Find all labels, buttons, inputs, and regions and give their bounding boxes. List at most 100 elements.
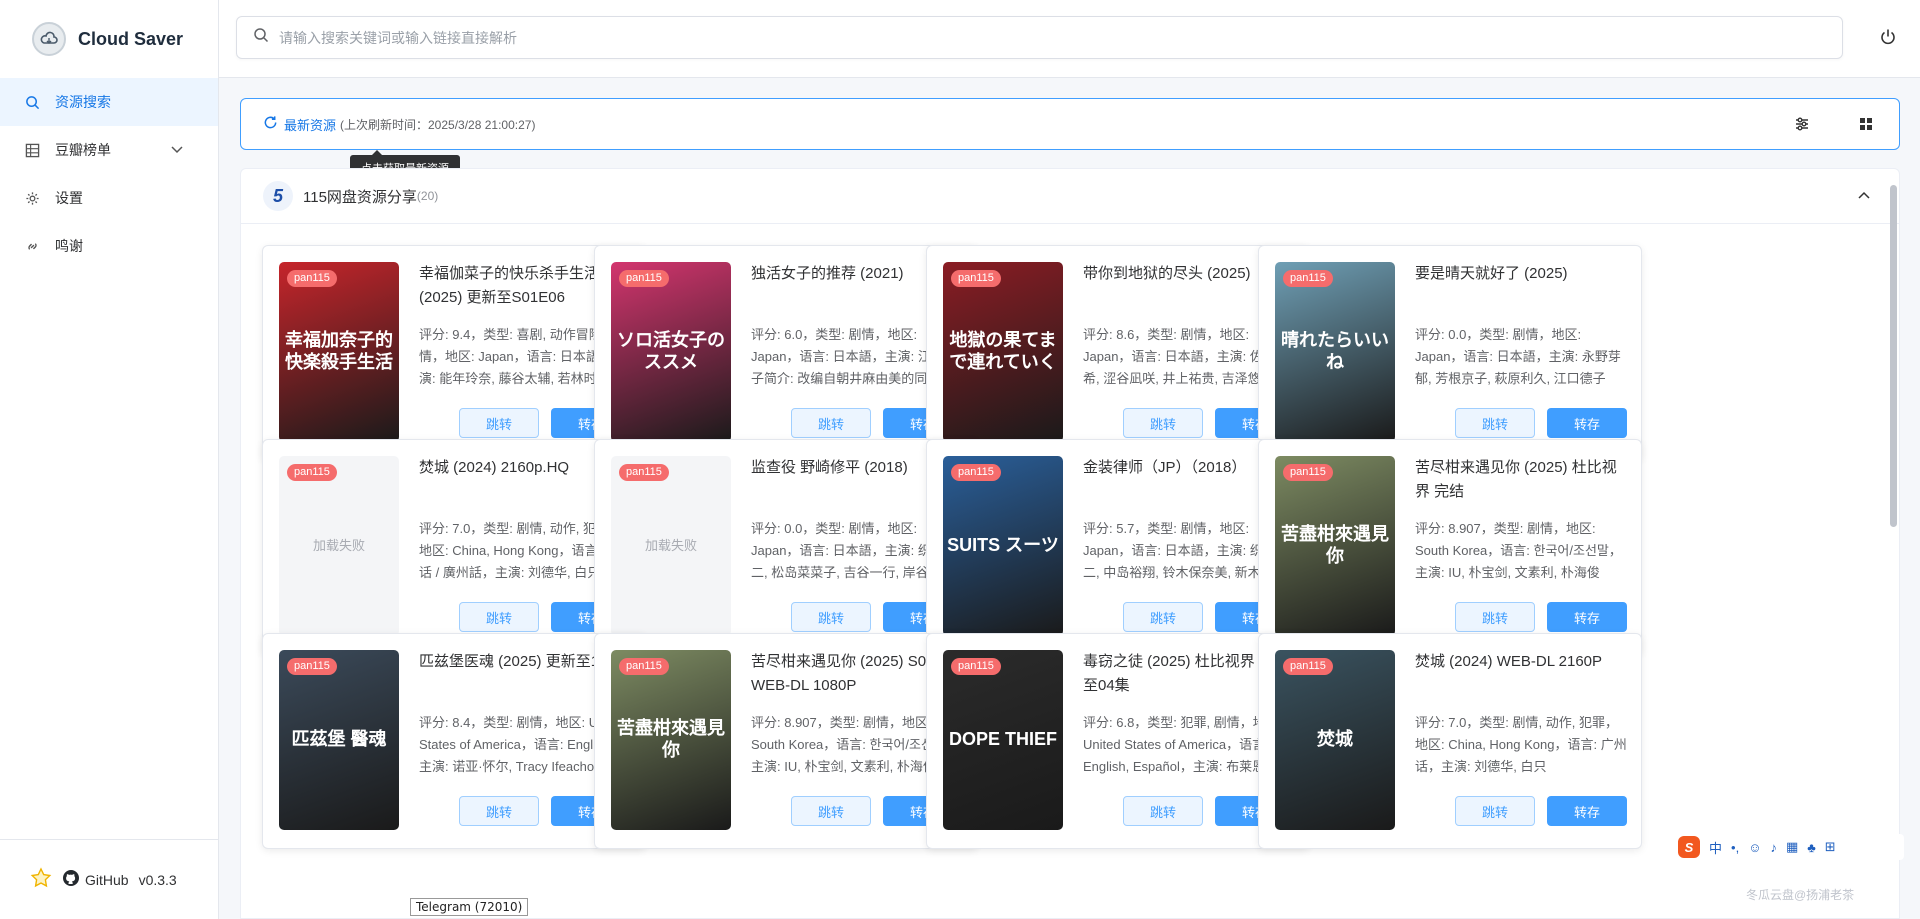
search-box[interactable] <box>236 16 1843 59</box>
pan115-tag: pan115 <box>619 270 669 288</box>
resource-card[interactable]: pan115 苦盡柑來遇見你 苦尽柑来遇见你 (2025) S01全 WEB-DL … <box>594 633 978 849</box>
poster-text: 加载失败 <box>312 538 365 554</box>
sidebar-item-douban[interactable]: 豆瓣榜单 <box>0 126 218 174</box>
filter-icon[interactable] <box>1793 115 1811 136</box>
poster-image[interactable]: pan115 匹茲堡 醫魂 <box>279 650 399 830</box>
ime-skin-icon[interactable]: ♣ <box>1807 840 1816 855</box>
logout-power-icon[interactable] <box>1878 27 1898 52</box>
chevron-up-icon[interactable] <box>1857 189 1871 208</box>
pan115-tag: pan115 <box>1283 464 1333 482</box>
pan115-tag: pan115 <box>287 464 337 482</box>
jump-button[interactable]: 跳转 <box>459 408 539 438</box>
poster-image[interactable]: pan115 加载失败 <box>279 456 399 636</box>
jump-button[interactable]: 跳转 <box>1123 602 1203 632</box>
sidebar-item-settings[interactable]: 设置 <box>0 174 218 222</box>
search-icon <box>24 94 40 110</box>
app-logo[interactable]: Cloud Saver <box>0 0 218 78</box>
poster-image[interactable]: pan115 苦盡柑來遇見你 <box>1275 456 1395 636</box>
github-label: GitHub <box>85 871 129 888</box>
jump-button[interactable]: 跳转 <box>791 796 871 826</box>
poster-text: 苦盡柑來遇見你 <box>617 718 725 760</box>
ime-menu-icon[interactable]: ⊞ <box>1825 839 1836 855</box>
sidebar-item-search[interactable]: 资源搜索 <box>0 78 218 126</box>
ime-punct-icon[interactable]: •, <box>1731 840 1739 855</box>
refresh-latest-button[interactable]: 最新资源 <box>284 115 336 134</box>
resource-card[interactable]: pan115 加载失败 焚城 (2024) 2160p.HQ 评分: 7.0，类型: … <box>262 439 646 655</box>
save-button[interactable]: 转存 <box>1547 602 1627 632</box>
poster-image[interactable]: pan115 ソロ活女子のススメ <box>611 262 731 442</box>
card-title[interactable]: 要是晴天就好了 (2025) <box>1415 262 1627 286</box>
poster-image[interactable]: pan115 地獄の果てまで連れていく <box>943 262 1063 442</box>
resource-card[interactable]: pan115 加载失败 监查役 野崎修平 (2018) 评分: 0.0，类型: 剧情，… <box>594 439 978 655</box>
scrollbar[interactable] <box>1890 185 1897 527</box>
poster-image[interactable]: pan115 幸福加奈子的快楽殺手生活 <box>279 262 399 442</box>
cloud-logo-icon <box>32 22 66 56</box>
resource-card[interactable]: pan115 晴れたらいいね 要是晴天就好了 (2025) 评分: 0.0，类型: 剧… <box>1258 245 1642 461</box>
poster-text: 匹茲堡 醫魂 <box>291 729 387 750</box>
pan115-tag: pan115 <box>287 658 337 676</box>
poster-image[interactable]: pan115 晴れたらいいね <box>1275 262 1395 442</box>
resource-card[interactable]: pan115 DOPE THIEF 毒窃之徒 (2025) 杜比视界 更新至04集评… <box>926 633 1310 849</box>
jump-button[interactable]: 跳转 <box>1455 602 1535 632</box>
save-button[interactable]: 转存 <box>1547 408 1627 438</box>
grid-view-icon[interactable] <box>1857 115 1875 136</box>
card-description: 评分: 8.907，类型: 剧情，地区: South Korea，语言: 한국어… <box>1415 521 1622 580</box>
github-link[interactable]: GitHub <box>62 869 129 890</box>
card-description: 评分: 0.0，类型: 剧情，地区: Japan，语言: 日本語，主演: 永野芽… <box>1415 327 1621 386</box>
pan115-tag: pan115 <box>619 658 669 676</box>
resource-card[interactable]: pan115 地獄の果てまで連れていく 带你到地狱的尽头 (2025) 评分: 8.6… <box>926 245 1310 461</box>
ime-emoji-icon[interactable]: ☺ <box>1748 840 1761 855</box>
section-header[interactable]: 5 115网盘资源分享 (20) <box>241 169 1899 224</box>
gear-icon <box>24 190 40 206</box>
refresh-bar: 最新资源 (上次刷新时间：2025/3/28 21:00:27) <box>240 98 1900 150</box>
resource-card[interactable]: pan115 ソロ活女子のススメ 独活女子的推荐 (2021) 评分: 6.0，类型:… <box>594 245 978 461</box>
resource-section: 5 115网盘资源分享 (20) pan115 幸福加奈子的快楽殺手生活 幸福伽菜子的… <box>240 168 1900 919</box>
poster-text: 加载失败 <box>644 538 697 554</box>
save-button[interactable]: 转存 <box>1547 796 1627 826</box>
pan115-tag: pan115 <box>287 270 337 288</box>
poster-image[interactable]: pan115 苦盡柑來遇見你 <box>611 650 731 830</box>
star-icon[interactable] <box>30 867 52 892</box>
sidebar-item-label: 豆瓣榜单 <box>55 142 111 158</box>
resource-card[interactable]: pan115 苦盡柑來遇見你 苦尽柑来遇见你 (2025) 杜比视界 完结评分: 8… <box>1258 439 1642 655</box>
github-icon <box>62 869 80 890</box>
chevron-down-icon[interactable] <box>170 142 184 159</box>
resource-card[interactable]: pan115 SUITS スーツ 金装律师（JP）（2018） 评分: 5.7，类型:… <box>926 439 1310 655</box>
jump-button[interactable]: 跳转 <box>791 408 871 438</box>
resource-card[interactable]: pan115 匹茲堡 醫魂 匹兹堡医魂 (2025) 更新至13集 评分: 8.4，类… <box>262 633 646 849</box>
sidebar-item-label: 鸣谢 <box>55 238 83 254</box>
jump-button[interactable]: 跳转 <box>1123 408 1203 438</box>
jump-button[interactable]: 跳转 <box>1455 796 1535 826</box>
ime-mic-icon[interactable]: ♪ <box>1770 840 1777 855</box>
poster-image[interactable]: pan115 焚城 <box>1275 650 1395 830</box>
jump-button[interactable]: 跳转 <box>1123 796 1203 826</box>
app-title: Cloud Saver <box>78 28 184 49</box>
sidebar-menu: 资源搜索 豆瓣榜单 设置 鸣谢 <box>0 78 218 270</box>
search-input[interactable] <box>279 29 1842 46</box>
poster-image[interactable]: pan115 加载失败 <box>611 456 731 636</box>
ime-toolbar[interactable]: S 中 •, ☺ ♪ ▦ ♣ ⊞ <box>1674 834 1904 860</box>
ime-keyboard-icon[interactable]: ▦ <box>1786 839 1798 855</box>
card-title[interactable]: 焚城 (2024) WEB-DL 2160P <box>1415 650 1627 674</box>
pan115-tag: pan115 <box>951 464 1001 482</box>
search-icon <box>253 27 269 48</box>
poster-image[interactable]: pan115 SUITS スーツ <box>943 456 1063 636</box>
pan115-tag: pan115 <box>619 464 669 482</box>
card-title[interactable]: 苦尽柑来遇见你 (2025) 杜比视界 完结 <box>1415 456 1627 504</box>
refresh-icon[interactable] <box>263 115 278 133</box>
jump-button[interactable]: 跳转 <box>459 796 539 826</box>
top-bar <box>219 0 1920 78</box>
status-tooltip: Telegram (72010) <box>410 898 529 916</box>
version-label: v0.3.3 <box>138 871 177 888</box>
jump-button[interactable]: 跳转 <box>1455 408 1535 438</box>
section-title: 115网盘资源分享 <box>303 188 417 206</box>
jump-button[interactable]: 跳转 <box>791 602 871 632</box>
resource-card[interactable]: pan115 焚城 焚城 (2024) WEB-DL 2160P 评分: 7.0，类型… <box>1258 633 1642 849</box>
sidebar-item-thanks[interactable]: 鸣谢 <box>0 222 218 270</box>
jump-button[interactable]: 跳转 <box>459 602 539 632</box>
pan115-tag: pan115 <box>1283 658 1333 676</box>
poster-image[interactable]: pan115 DOPE THIEF <box>943 650 1063 830</box>
sogou-ime-icon[interactable]: S <box>1678 836 1700 858</box>
ime-chinese-icon[interactable]: 中 <box>1709 838 1722 857</box>
resource-card[interactable]: pan115 幸福加奈子的快楽殺手生活 幸福伽菜子的快乐杀手生活 (2025) 更新… <box>262 245 646 461</box>
